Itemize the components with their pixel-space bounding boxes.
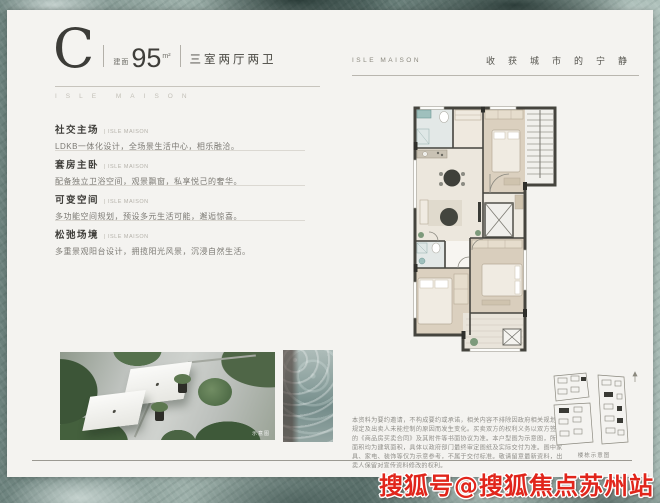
header-divider-1 [103, 44, 105, 67]
tree [198, 378, 232, 406]
feature-brand-suffix: | ISLE MAISON [104, 234, 149, 240]
feature-title-row: 社交主场 | ISLE MAISON [55, 122, 307, 136]
watermark-text: 搜狐号@搜狐焦点苏州站 [379, 472, 654, 500]
right-header-rule [352, 75, 639, 76]
right-slogan: 收获城市的宁静 [485, 56, 640, 66]
feature-divider [55, 185, 305, 186]
layout-card: C 建面 95 m² 三室两厅两卫 ISLE MAISON 社交主场 | ISL… [7, 10, 653, 477]
feature-body: 多重景观阳台设计，拥揽阳光风景，沉浸自然生活。 [55, 247, 251, 256]
umbrella [82, 389, 146, 432]
feature-social: 社交主场 | ISLE MAISON LDKB一体化设计，全场景生活中心，相乐融… [55, 122, 307, 152]
planter [174, 374, 191, 393]
area-prefix: 建面 [113, 58, 130, 66]
unit-letter: C [53, 17, 95, 80]
water-texture-strip [283, 350, 333, 442]
feature-flex-space: 可变空间 | ISLE MAISON 多功能空间规划，预设多元生活可能，邂逅惊喜… [55, 192, 307, 222]
right-brand-label: ISLE MAISON [352, 57, 422, 64]
feature-brand-suffix: | ISLE MAISON [104, 164, 149, 170]
feature-divider [55, 150, 305, 151]
bottom-rule [32, 460, 632, 461]
photo-caption: 示意图 [251, 431, 270, 437]
area-group: 建面 95 m² [113, 42, 171, 73]
feature-brand-suffix: | ISLE MAISON [104, 199, 149, 205]
feature-title-row: 套房主卧 | ISLE MAISON [55, 157, 307, 171]
feature-title: 松弛场境 [55, 230, 100, 241]
feature-title: 可变空间 [55, 195, 100, 206]
room-layout-text: 三室两厅两卫 [189, 53, 277, 66]
poster-stage: C 建面 95 m² 三室两厅两卫 ISLE MAISON 社交主场 | ISL… [0, 0, 660, 503]
floor-plan [413, 106, 557, 352]
planter [151, 402, 168, 421]
keyplan-diagram [553, 371, 638, 446]
area-unit: m² [162, 52, 171, 60]
area-value: 95 [131, 42, 162, 73]
keyplan-caption: 楼栋示意图 [577, 453, 611, 459]
feature-title: 社交主场 [55, 125, 100, 136]
feature-master-suite: 套房主卧 | ISLE MAISON 配备独立卫浴空间，观景飘窗，私享悦己的奢华… [55, 157, 307, 187]
header-divider-2 [179, 44, 181, 67]
unit-header: C 建面 95 m² 三室两厅两卫 [53, 17, 277, 80]
header-rule [55, 86, 320, 87]
feature-title-row: 可变空间 | ISLE MAISON [55, 192, 307, 206]
feature-title: 套房主卧 [55, 160, 100, 171]
disclaimer-text: 本资料为要约邀请，不构成要约或承诺，相关内容不排除因政府相关规划、规定及出卖人未… [352, 416, 563, 470]
feature-title-row: 松弛场境 | ISLE MAISON [55, 227, 307, 241]
feature-divider [55, 220, 305, 221]
feature-relax-scene: 松弛场境 | ISLE MAISON 多重景观阳台设计，拥揽阳光风景，沉浸自然生… [55, 227, 307, 257]
feature-brand-suffix: | ISLE MAISON [104, 129, 149, 135]
brand-letterspaced: ISLE MAISON [55, 93, 196, 100]
north-arrow-icon [632, 371, 638, 382]
courtyard-photo: 示意图 [60, 352, 275, 440]
paving-line [188, 354, 256, 364]
